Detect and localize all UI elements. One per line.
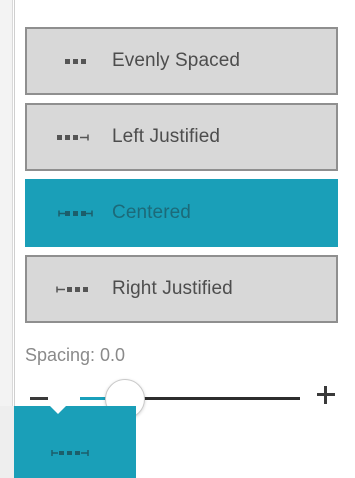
option-label: Right Justified bbox=[112, 278, 233, 299]
option-label: Left Justified bbox=[112, 126, 221, 147]
centered-icon bbox=[45, 207, 103, 219]
popover-pointer bbox=[50, 406, 66, 414]
option-right-justified[interactable]: Right Justified bbox=[25, 255, 338, 323]
right-justified-icon bbox=[45, 283, 103, 295]
option-label: Evenly Spaced bbox=[112, 50, 241, 71]
spacing-label: Spacing: 0.0 bbox=[25, 345, 126, 365]
plus-icon[interactable] bbox=[317, 386, 335, 404]
left-panel-edge bbox=[0, 0, 13, 406]
alignment-trigger-button[interactable] bbox=[14, 406, 136, 478]
slider-track[interactable] bbox=[80, 379, 300, 419]
left-justified-icon bbox=[45, 131, 103, 143]
centered-icon bbox=[44, 448, 104, 458]
alignment-popover-page: Evenly Spaced Left Justified Centered Ri… bbox=[0, 0, 355, 478]
option-centered[interactable]: Centered bbox=[25, 179, 338, 247]
scroll-strip bbox=[0, 406, 14, 478]
option-left-justified[interactable]: Left Justified bbox=[25, 103, 338, 171]
option-evenly-spaced[interactable]: Evenly Spaced bbox=[25, 27, 338, 95]
evenly-spaced-icon bbox=[45, 55, 103, 67]
minus-icon[interactable] bbox=[30, 397, 48, 400]
option-label: Centered bbox=[112, 202, 191, 223]
